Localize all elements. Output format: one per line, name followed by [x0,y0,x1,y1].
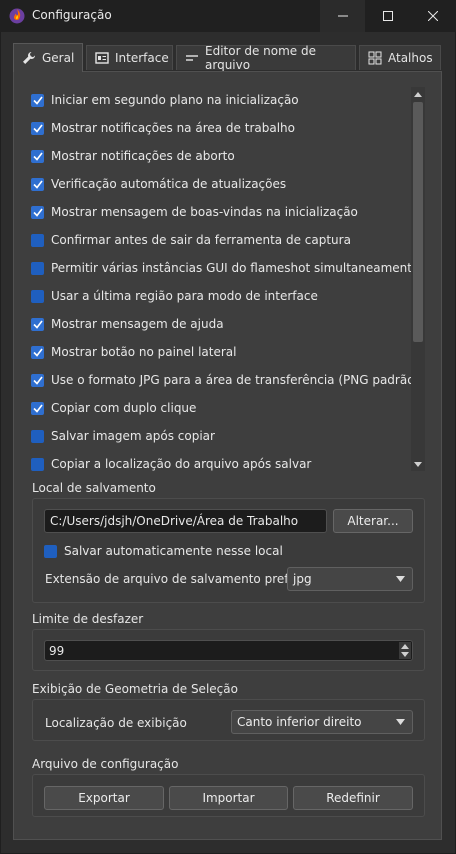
export-button[interactable]: Exportar [44,786,164,810]
interface-icon [95,51,109,65]
checkbox[interactable] [31,429,44,443]
tab-geral[interactable]: Geral [13,43,83,72]
title-bar[interactable]: Configuração [0,0,456,32]
undo-limit-title: Limite de desfazer [32,612,144,626]
checkbox[interactable] [31,401,44,415]
extension-label: Extensão de arquivo de salvamento prefer… [45,572,324,586]
tab-label: Geral [42,51,75,65]
maximize-icon [382,11,393,21]
undo-limit-value: 99 [49,644,65,658]
save-location-title: Local de salvamento [32,481,156,495]
chevron-down-icon [396,576,405,582]
chevron-down-icon [396,719,405,725]
tab-label: Interface [115,51,169,65]
checkbox[interactable] [31,121,44,135]
shortcuts-grid-icon [368,51,382,65]
flameshot-logo-icon [9,8,25,24]
minimize-icon [337,15,348,17]
option-last-region[interactable]: Usar a última região para modo de interf… [31,287,411,305]
option-save-after-copy[interactable]: Salvar imagem após copiar [31,427,411,445]
scrollbar-thumb[interactable] [413,102,423,342]
option-jpg-clipboard[interactable]: Use o formato JPG para a área de transfe… [31,371,419,389]
checkbox[interactable] [31,317,44,331]
options-scrollbar[interactable] [411,87,425,471]
checkbox[interactable] [31,205,44,219]
change-path-button[interactable]: Alterar... [333,509,413,533]
checkbox[interactable] [31,233,44,247]
checkbox[interactable] [31,93,44,107]
scroll-down-arrow-icon[interactable] [411,457,425,471]
maximize-button[interactable] [365,0,410,32]
spin-up-arrow-icon[interactable] [401,644,409,649]
extension-dropdown[interactable]: jpg [287,567,413,591]
checkbox[interactable] [31,345,44,359]
window-title: Configuração [32,8,112,22]
config-window: Configuração Geral Interface Editor de n… [0,0,456,854]
geometry-location-dropdown[interactable]: Canto inferior direito [231,710,413,734]
spin-down-arrow-icon[interactable] [401,652,409,657]
option-auto-update-check[interactable]: Verificação automática de atualizações [31,175,411,193]
tab-shortcuts[interactable]: Atalhos [359,45,441,70]
geometry-location-value: Canto inferior direito [237,715,362,729]
geometry-location-label: Localização de exibição [45,716,187,730]
wrench-icon [22,51,36,65]
tab-label: Atalhos [388,51,433,65]
option-help-message[interactable]: Mostrar mensagem de ajuda [31,315,411,333]
import-button[interactable]: Importar [169,786,288,810]
text-editor-icon [185,51,199,65]
close-button[interactable] [410,0,455,32]
minimize-button[interactable] [320,0,365,32]
option-confirm-exit[interactable]: Confirmar antes de sair da ferramenta de… [31,231,411,249]
close-icon [427,11,438,21]
checkbox[interactable] [31,261,44,275]
checkbox[interactable] [44,544,57,558]
extension-value: jpg [293,572,312,586]
tab-interface[interactable]: Interface [86,45,173,70]
checkbox[interactable] [31,177,44,191]
checkbox[interactable] [31,457,44,471]
undo-limit-spinbox[interactable]: 99 [44,640,413,661]
option-abort-notifications[interactable]: Mostrar notificações de aborto [31,147,411,165]
option-welcome-message[interactable]: Mostrar mensagem de boas-vindas na inici… [31,203,411,221]
config-file-title: Arquivo de configuração [32,757,179,771]
geometry-display-title: Exibição de Geometria de Seleção [32,682,238,696]
checkbox[interactable] [31,373,44,387]
tab-filename-editor[interactable]: Editor de nome de arquivo [176,44,356,72]
option-side-panel-button[interactable]: Mostrar botão no painel lateral [31,343,411,361]
spinbox-arrows[interactable] [399,642,411,659]
option-copy-path-after-save[interactable]: Copiar a localização do arquivo após sal… [31,455,411,473]
option-auto-save[interactable]: Salvar automaticamente nesse local [44,542,424,560]
checkbox[interactable] [31,149,44,163]
option-desktop-notifications[interactable]: Mostrar notificações na área de trabalho [31,119,411,137]
reset-button[interactable]: Redefinir [293,786,413,810]
scroll-up-arrow-icon[interactable] [411,87,425,101]
checkbox[interactable] [31,289,44,303]
tab-label: Editor de nome de arquivo [205,44,316,72]
option-copy-double-click[interactable]: Copiar com duplo clique [31,399,411,417]
save-path-input[interactable]: C:/Users/jdsjh/OneDrive/Área de Trabalho [44,509,327,533]
option-multiple-instances[interactable]: Permitir várias instâncias GUI do flames… [31,259,419,277]
option-start-in-background[interactable]: Iniciar em segundo plano na inicializaçã… [31,91,411,109]
